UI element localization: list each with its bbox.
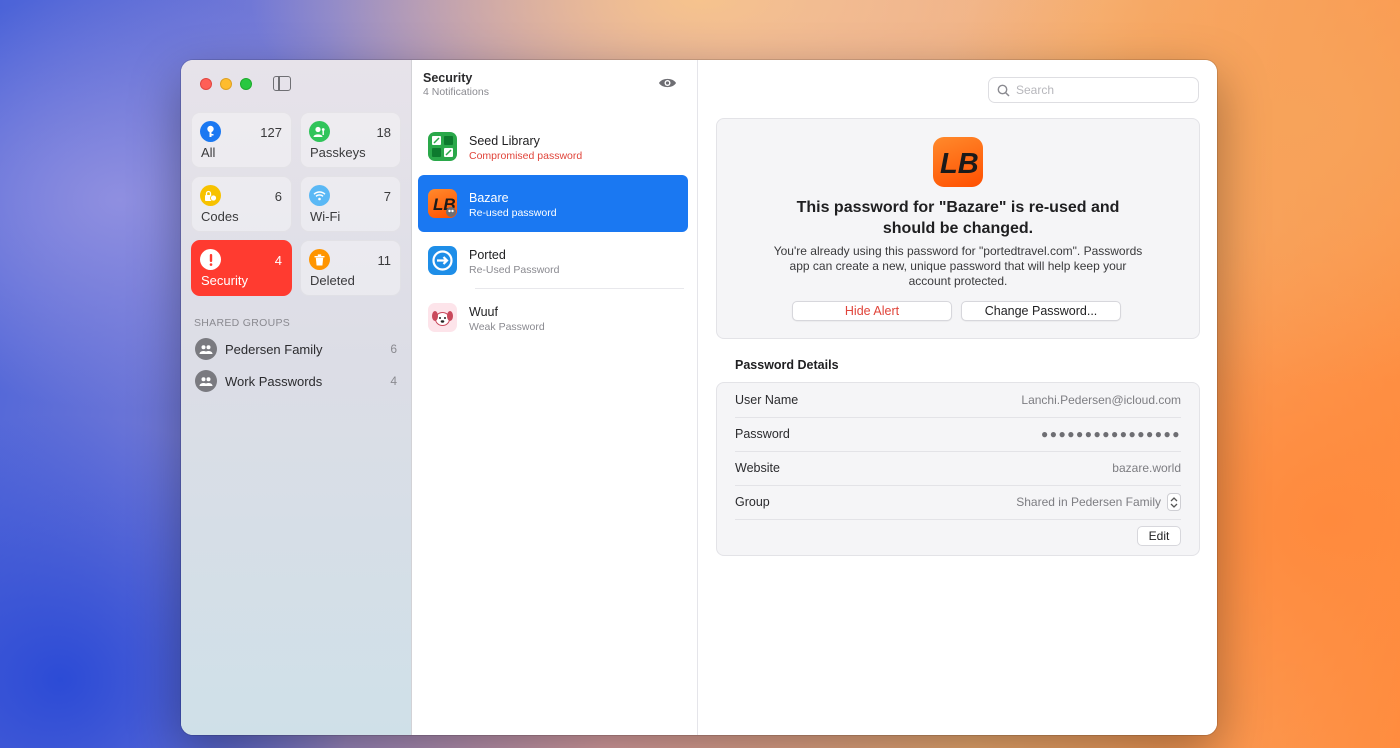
window-controls bbox=[200, 78, 252, 90]
tile-count: 127 bbox=[260, 125, 282, 140]
tile-deleted[interactable]: 11 Deleted bbox=[300, 240, 401, 296]
close-window-button[interactable] bbox=[200, 78, 212, 90]
ported-app-icon bbox=[428, 246, 457, 275]
tile-count: 6 bbox=[274, 189, 282, 204]
passwords-window: 127 All 18 Passkeys 6 Codes 7 Wi-Fi 4 Se… bbox=[181, 60, 1217, 735]
field-password: Password ●●●●●●●●●●●●●●●● bbox=[735, 417, 1181, 451]
hide-alert-button[interactable]: Hide Alert bbox=[792, 301, 952, 321]
trash-icon bbox=[309, 249, 330, 270]
list-subtitle: 4 Notifications bbox=[423, 86, 489, 98]
seed-library-app-icon bbox=[428, 132, 457, 161]
divider bbox=[735, 519, 1181, 520]
tile-count: 4 bbox=[274, 253, 282, 268]
tile-count: 7 bbox=[383, 189, 391, 204]
tile-passkeys[interactable]: 18 Passkeys bbox=[300, 112, 401, 168]
tile-wifi[interactable]: 7 Wi-Fi bbox=[300, 176, 401, 232]
tile-label: Wi-Fi bbox=[310, 209, 341, 224]
group-count: 6 bbox=[390, 342, 397, 356]
category-tiles: 127 All 18 Passkeys 6 Codes 7 Wi-Fi 4 Se… bbox=[191, 112, 401, 296]
search-icon bbox=[997, 84, 1010, 97]
sidebar: 127 All 18 Passkeys 6 Codes 7 Wi-Fi 4 Se… bbox=[181, 60, 412, 735]
group-label: Work Passwords bbox=[225, 373, 323, 389]
detail-pane: LB This password for "Bazare" is re-used… bbox=[698, 60, 1217, 735]
password-value[interactable]: ●●●●●●●●●●●●●●●● bbox=[1041, 427, 1181, 441]
security-alert-card: LB This password for "Bazare" is re-used… bbox=[716, 118, 1200, 339]
tile-count: 18 bbox=[376, 125, 391, 140]
zoom-window-button[interactable] bbox=[240, 78, 252, 90]
field-website: Website bazare.world bbox=[735, 451, 1181, 485]
tile-count: 11 bbox=[377, 253, 392, 268]
key-icon bbox=[200, 121, 221, 142]
password-details-title: Password Details bbox=[735, 358, 839, 372]
tile-label: All bbox=[201, 145, 216, 160]
search-input[interactable] bbox=[1016, 83, 1186, 97]
item-title: Bazare bbox=[469, 191, 509, 205]
tile-all[interactable]: 127 All bbox=[191, 112, 292, 168]
item-title: Seed Library bbox=[469, 134, 540, 148]
item-subtitle: Compromised password bbox=[469, 150, 583, 162]
item-subtitle: Re-used password bbox=[469, 207, 557, 219]
field-label: Password bbox=[735, 427, 790, 441]
group-label: Pedersen Family bbox=[225, 341, 323, 357]
chevron-up-down-icon[interactable] bbox=[1167, 493, 1181, 511]
lock-clock-icon bbox=[200, 185, 221, 206]
item-subtitle: Re-Used Password bbox=[469, 264, 560, 276]
edit-button[interactable]: Edit bbox=[1137, 526, 1181, 546]
minimize-window-button[interactable] bbox=[220, 78, 232, 90]
item-subtitle: Weak Password bbox=[469, 321, 545, 333]
tile-security[interactable]: 4 Security bbox=[191, 240, 292, 296]
sidebar-toggle-icon[interactable] bbox=[273, 76, 291, 91]
eye-icon[interactable] bbox=[658, 77, 677, 89]
field-label: Group bbox=[735, 495, 770, 509]
website-value[interactable]: bazare.world bbox=[1112, 461, 1181, 475]
svg-text:LB: LB bbox=[940, 148, 979, 180]
exclamation-icon bbox=[200, 249, 221, 270]
list-item-bazare[interactable]: LB Bazare Re-used password bbox=[418, 175, 688, 232]
list-item-seed-library[interactable]: Seed Library Compromised password bbox=[418, 118, 688, 175]
group-value: Shared in Pedersen Family bbox=[1016, 495, 1161, 509]
group-select[interactable]: Shared in Pedersen Family bbox=[1016, 493, 1181, 511]
shared-groups-header: SHARED GROUPS bbox=[194, 317, 291, 329]
item-title: Ported bbox=[469, 248, 506, 262]
field-label: Website bbox=[735, 461, 780, 475]
people-icon bbox=[195, 338, 217, 360]
tile-label: Deleted bbox=[310, 273, 355, 288]
group-item-pedersen-family[interactable]: Pedersen Family 6 bbox=[195, 337, 397, 361]
search-field[interactable] bbox=[988, 77, 1199, 103]
group-item-work-passwords[interactable]: Work Passwords 4 bbox=[195, 369, 397, 393]
bazare-app-icon: LB bbox=[428, 189, 457, 218]
wifi-icon bbox=[309, 185, 330, 206]
tile-label: Codes bbox=[201, 209, 239, 224]
people-icon bbox=[195, 370, 217, 392]
user-name-value[interactable]: Lanchi.Pedersen@icloud.com bbox=[1021, 393, 1181, 407]
field-group: Group Shared in Pedersen Family bbox=[735, 485, 1181, 519]
password-details-card: User Name Lanchi.Pedersen@icloud.com Pas… bbox=[716, 382, 1200, 556]
list-item-wuuf[interactable]: Wuuf Weak Password bbox=[418, 289, 688, 346]
alert-body: You're already using this password for "… bbox=[773, 244, 1143, 288]
group-count: 4 bbox=[390, 374, 397, 388]
list-item-ported[interactable]: Ported Re-Used Password bbox=[418, 232, 688, 289]
tile-label: Security bbox=[201, 273, 248, 288]
change-password-button[interactable]: Change Password... bbox=[961, 301, 1121, 321]
field-label: User Name bbox=[735, 393, 799, 407]
list-title: Security bbox=[423, 71, 473, 85]
alert-title: This password for "Bazare" is re-used an… bbox=[796, 199, 1120, 237]
person-badge-icon bbox=[309, 121, 330, 142]
wuuf-app-icon bbox=[428, 303, 457, 332]
tile-label: Passkeys bbox=[310, 145, 366, 160]
item-title: Wuuf bbox=[469, 305, 498, 319]
notification-list: Security 4 Notifications Seed Library Co… bbox=[412, 60, 698, 735]
field-user-name: User Name Lanchi.Pedersen@icloud.com bbox=[735, 383, 1181, 417]
bazare-app-icon: LB bbox=[933, 137, 983, 187]
tile-codes[interactable]: 6 Codes bbox=[191, 176, 292, 232]
